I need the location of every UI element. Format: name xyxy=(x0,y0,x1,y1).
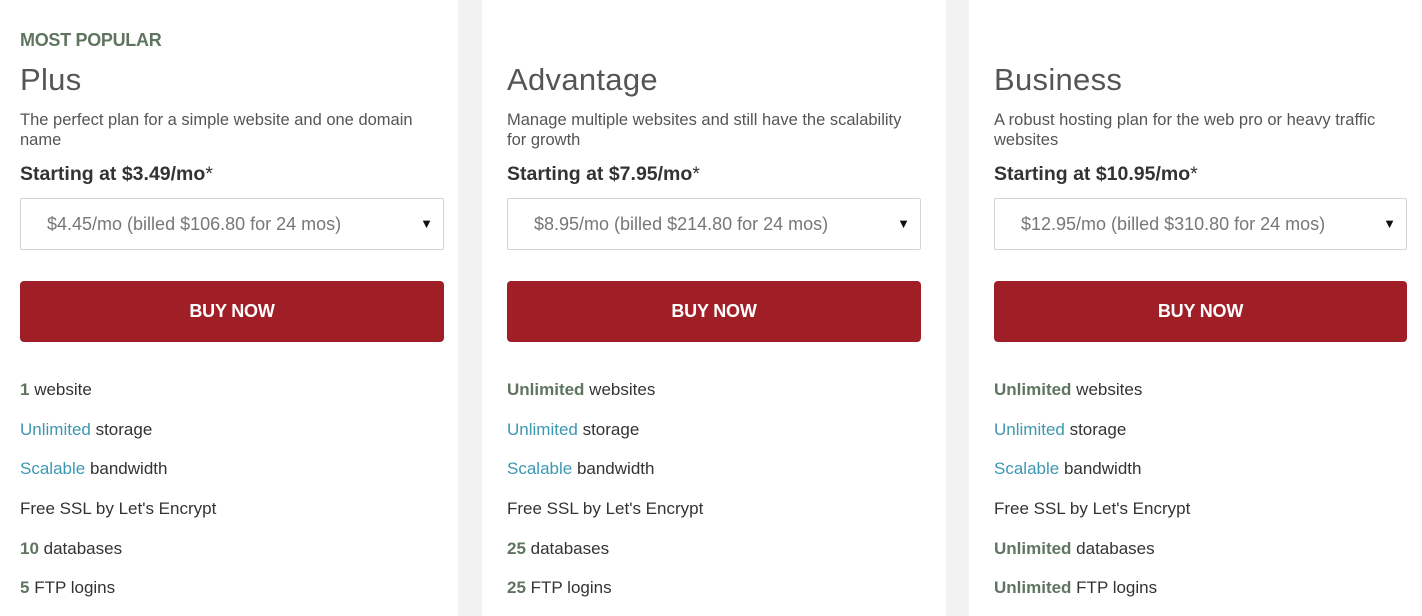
plan-card-advantage: Advantage Manage multiple websites and s… xyxy=(482,0,946,616)
starting-price-text: Starting at $3.49/mo xyxy=(20,163,206,185)
feature-text: Free SSL by Let's Encrypt xyxy=(994,499,1191,519)
billing-term-value: $4.45/mo (billed $106.80 for 24 mos) xyxy=(47,213,342,234)
feature-item: Unlimited websites xyxy=(994,378,1407,418)
feature-highlight: Unlimited xyxy=(994,578,1072,598)
starting-price-text: Starting at $7.95/mo xyxy=(507,163,693,185)
feature-item: Free SSL by Let's Encrypt xyxy=(507,497,921,537)
feature-text: databases xyxy=(1071,538,1155,558)
feature-item: 25 FTP logins xyxy=(507,576,921,616)
feature-highlight: Unlimited xyxy=(507,380,585,399)
feature-highlight-link[interactable]: Unlimited xyxy=(994,420,1065,439)
starting-price: Starting at $3.49/mo* xyxy=(20,163,213,186)
feature-text: FTP logins xyxy=(29,578,116,598)
billing-term-select[interactable]: $4.45/mo (billed $106.80 for 24 mos) ▼ xyxy=(20,198,444,250)
plan-description: A robust hosting plan for the web pro or… xyxy=(994,111,1376,149)
feature-text: storage xyxy=(577,419,640,439)
starting-price-asterisk: * xyxy=(692,163,700,185)
plan-card-business: Business A robust hosting plan for the w… xyxy=(969,0,1422,616)
feature-text: websites xyxy=(584,380,656,399)
feature-item: Free SSL by Let's Encrypt xyxy=(20,497,444,537)
chevron-down-icon: ▼ xyxy=(420,216,433,231)
feature-highlight: 10 xyxy=(20,538,39,558)
feature-highlight-link[interactable]: Unlimited xyxy=(20,420,91,439)
feature-item: Scalable bandwidth xyxy=(507,457,921,497)
billing-term-value: $8.95/mo (billed $214.80 for 24 mos) xyxy=(534,213,829,234)
feature-text: Free SSL by Let's Encrypt xyxy=(20,499,217,519)
feature-highlight: 25 xyxy=(507,538,526,558)
feature-text: bandwidth xyxy=(572,459,655,479)
feature-text: website xyxy=(29,380,92,399)
chevron-down-icon: ▼ xyxy=(897,216,910,231)
feature-text: storage xyxy=(90,419,153,439)
feature-highlight-link[interactable]: Scalable xyxy=(994,459,1059,478)
feature-item: Unlimited storage xyxy=(507,418,921,458)
starting-price-text: Starting at $10.95/mo xyxy=(994,163,1191,185)
feature-item: 5 FTP logins xyxy=(20,576,444,616)
feature-item: Unlimited databases xyxy=(994,537,1407,577)
starting-price-asterisk: * xyxy=(205,163,213,185)
feature-highlight-link[interactable]: Scalable xyxy=(507,459,572,478)
feature-list: Unlimited websites Unlimited storage Sca… xyxy=(994,378,1407,616)
plan-description: Manage multiple websites and still have … xyxy=(507,111,902,149)
buy-now-button[interactable]: BUY NOW xyxy=(20,281,444,342)
feature-text: websites xyxy=(1071,380,1143,399)
plan-title: Advantage xyxy=(507,62,658,97)
buy-now-button[interactable]: BUY NOW xyxy=(507,281,921,342)
feature-text: bandwidth xyxy=(85,459,168,479)
feature-text: bandwidth xyxy=(1059,459,1142,479)
plan-description: The perfect plan for a simple website an… xyxy=(20,111,413,149)
feature-highlight-link[interactable]: Scalable xyxy=(20,459,85,478)
buy-now-button[interactable]: BUY NOW xyxy=(994,281,1407,342)
feature-item: Free SSL by Let's Encrypt xyxy=(994,497,1407,537)
feature-text: FTP logins xyxy=(525,578,612,598)
plan-card-plus: MOST POPULAR Plus The perfect plan for a… xyxy=(0,0,458,616)
feature-highlight: Unlimited xyxy=(994,538,1072,558)
feature-list: Unlimited websites Unlimited storage Sca… xyxy=(507,378,921,616)
most-popular-badge: MOST POPULAR xyxy=(20,30,162,50)
starting-price: Starting at $7.95/mo* xyxy=(507,163,700,186)
feature-item: Unlimited storage xyxy=(994,418,1407,458)
billing-term-value: $12.95/mo (billed $310.80 for 24 mos) xyxy=(1021,213,1326,234)
feature-list: 1 website Unlimited storage Scalable ban… xyxy=(20,378,444,616)
feature-item: 1 website xyxy=(20,378,444,418)
feature-item: Unlimited websites xyxy=(507,378,921,418)
starting-price-asterisk: * xyxy=(1190,163,1198,185)
plan-title: Plus xyxy=(20,62,82,97)
feature-text: databases xyxy=(525,538,610,558)
billing-term-select[interactable]: $8.95/mo (billed $214.80 for 24 mos) ▼ xyxy=(507,198,921,250)
feature-item: Unlimited storage xyxy=(20,418,444,458)
feature-highlight: 25 xyxy=(507,578,526,598)
starting-price: Starting at $10.95/mo* xyxy=(994,163,1198,186)
feature-item: Scalable bandwidth xyxy=(20,457,444,497)
plan-title: Business xyxy=(994,62,1123,97)
chevron-down-icon: ▼ xyxy=(1383,216,1396,231)
feature-item: 10 databases xyxy=(20,537,444,577)
feature-text: FTP logins xyxy=(1071,578,1158,598)
feature-text: Free SSL by Let's Encrypt xyxy=(507,499,704,519)
feature-item: 25 databases xyxy=(507,537,921,577)
feature-text: databases xyxy=(38,538,123,558)
feature-item: Scalable bandwidth xyxy=(994,457,1407,497)
pricing-plans: MOST POPULAR Plus The perfect plan for a… xyxy=(0,0,1422,616)
feature-text: storage xyxy=(1064,419,1127,439)
billing-term-select[interactable]: $12.95/mo (billed $310.80 for 24 mos) ▼ xyxy=(994,198,1407,250)
feature-highlight: Unlimited xyxy=(994,380,1072,399)
feature-item: Unlimited FTP logins xyxy=(994,576,1407,616)
feature-highlight-link[interactable]: Unlimited xyxy=(507,420,578,439)
